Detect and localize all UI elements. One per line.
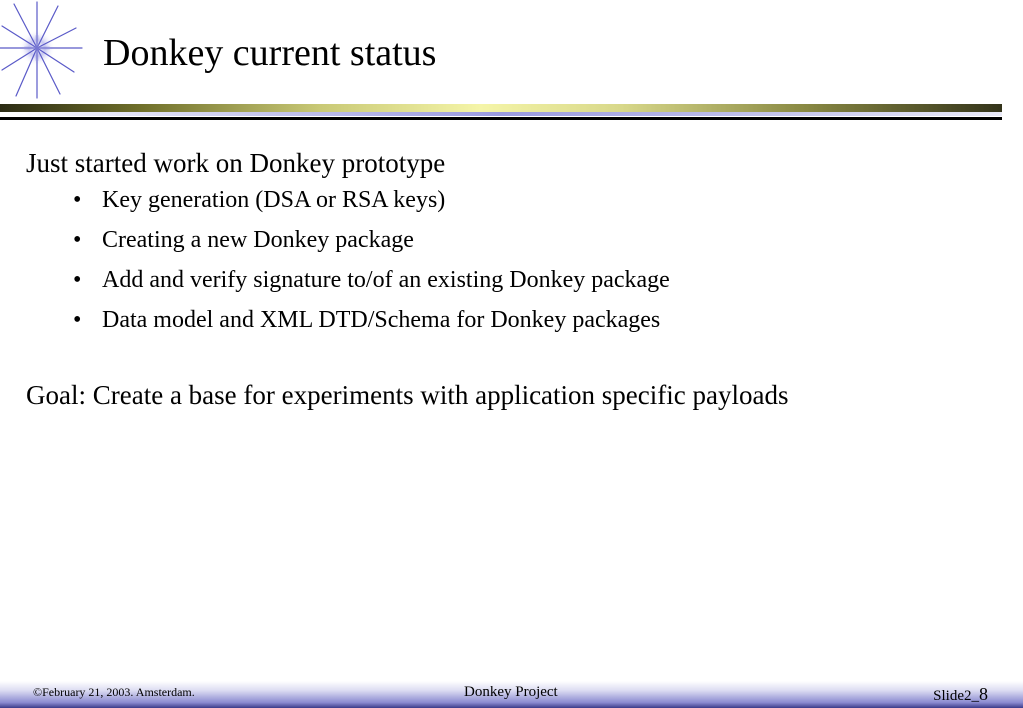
bullet-icon: • <box>73 227 82 253</box>
slide-body: Just started work on Donkey prototype • … <box>26 146 986 412</box>
bullet-icon: • <box>73 187 82 213</box>
footer-slide-number: Slide2_8 <box>933 684 988 705</box>
star-burst-icon <box>0 1 83 99</box>
list-item: • Add and verify signature to/of an exis… <box>26 260 986 300</box>
footer-project-name: Donkey Project <box>464 684 558 700</box>
bullet-text: Data model and XML DTD/Schema for Donkey… <box>102 307 661 333</box>
footer-date-location: ©February 21, 2003. Amsterdam. <box>33 685 195 699</box>
list-item: • Key generation (DSA or RSA keys) <box>26 180 986 220</box>
slide-number: 8 <box>979 684 988 704</box>
bullet-text: Key generation (DSA or RSA keys) <box>102 187 446 213</box>
bullet-text: Creating a new Donkey package <box>102 227 414 253</box>
bullet-icon: • <box>73 267 82 293</box>
title-rule-black <box>0 117 1002 120</box>
bullet-icon: • <box>73 307 82 333</box>
slide-footer: ©February 21, 2003. Amsterdam. Donkey Pr… <box>0 681 1023 708</box>
bullet-text: Add and verify signature to/of an existi… <box>102 267 670 293</box>
title-rule-blue <box>0 112 1002 116</box>
lead-text: Just started work on Donkey prototype <box>26 148 446 178</box>
list-item: • Data model and XML DTD/Schema for Donk… <box>26 300 986 340</box>
title-rule-gradient <box>0 104 1002 112</box>
bullet-list: • Key generation (DSA or RSA keys) • Cre… <box>26 180 986 340</box>
list-item: • Creating a new Donkey package <box>26 220 986 260</box>
slide-title: Donkey current status <box>103 32 437 74</box>
goal-text: Goal: Create a base for experiments with… <box>26 380 789 410</box>
slide-number-prefix: Slide2_ <box>933 688 979 704</box>
